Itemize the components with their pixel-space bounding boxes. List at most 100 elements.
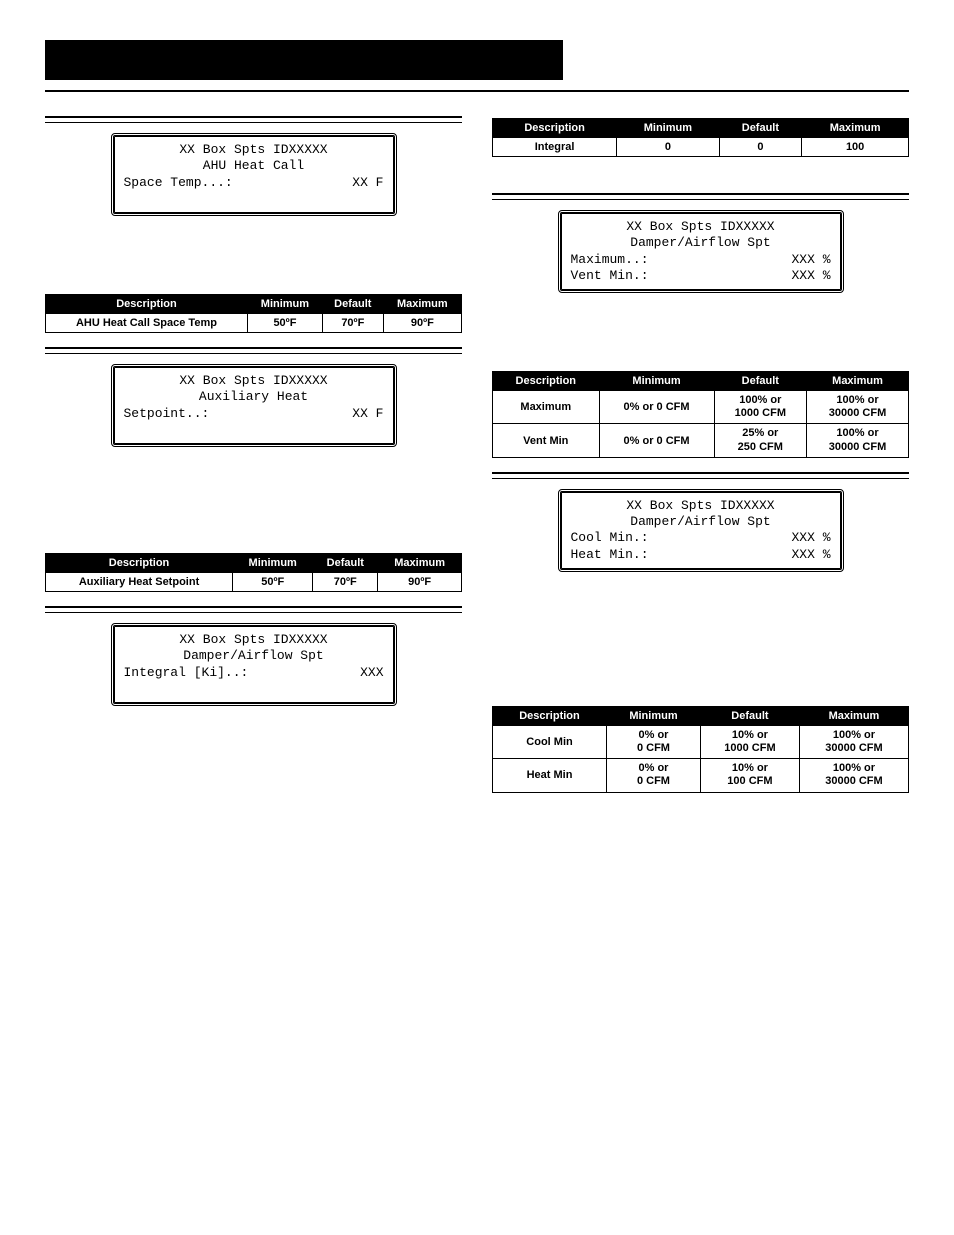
- two-column-layout: XX Box Spts IDXXXXX AHU Heat Call Space …: [45, 112, 909, 807]
- col-header: Maximum: [799, 706, 908, 725]
- cell-desc: Integral: [493, 138, 617, 157]
- lcd-blank-line: [124, 681, 384, 697]
- section-rule: [492, 478, 909, 479]
- cell-min: 0% or 0 CFM: [599, 424, 714, 457]
- lcd-line: AHU Heat Call: [124, 158, 384, 174]
- section-rule: [45, 606, 462, 608]
- lcd-damper-integral: XX Box Spts IDXXXXX Damper/Airflow Spt I…: [111, 623, 397, 706]
- lcd-label: Setpoint..:: [124, 406, 210, 422]
- lcd-aux-heat: XX Box Spts IDXXXXX Auxiliary Heat Setpo…: [111, 364, 397, 447]
- cell-min: 0: [617, 138, 719, 157]
- lcd-line: XX Box Spts IDXXXXX: [124, 142, 384, 158]
- col-header: Maximum: [802, 119, 909, 138]
- col-header: Default: [322, 295, 383, 314]
- col-header: Minimum: [233, 554, 313, 573]
- lcd-line: Setpoint..: XX F: [124, 406, 384, 422]
- table-max-vent: Description Minimum Default Maximum Maxi…: [492, 371, 909, 458]
- cell-desc: Heat Min: [493, 759, 607, 792]
- lcd-line: Space Temp...: XX F: [124, 175, 384, 191]
- table-row: Maximum 0% or 0 CFM 100% or1000 CFM 100%…: [493, 391, 909, 424]
- lcd-line: Maximum..: XXX %: [571, 252, 831, 268]
- table-row: Heat Min 0% or0 CFM 10% or100 CFM 100% o…: [493, 759, 909, 792]
- lcd-damper-max-vent: XX Box Spts IDXXXXX Damper/Airflow Spt M…: [558, 210, 844, 293]
- lcd-line: XX Box Spts IDXXXXX: [571, 498, 831, 514]
- lcd-line: Damper/Airflow Spt: [571, 235, 831, 251]
- cell-max: 100: [802, 138, 909, 157]
- lcd-value: XX F: [352, 175, 383, 191]
- left-column: XX Box Spts IDXXXXX AHU Heat Call Space …: [45, 112, 462, 807]
- section-rule: [45, 353, 462, 354]
- right-column: Description Minimum Default Maximum Inte…: [492, 112, 909, 807]
- cell-min: 0% or 0 CFM: [599, 391, 714, 424]
- lcd-line: Cool Min.: XXX %: [571, 530, 831, 546]
- col-header: Description: [493, 119, 617, 138]
- lcd-blank-line: [124, 191, 384, 207]
- cell-desc: Maximum: [493, 391, 600, 424]
- cell-def: 25% or250 CFM: [714, 424, 807, 457]
- lcd-label: Vent Min.:: [571, 268, 649, 284]
- lcd-line: Auxiliary Heat: [124, 389, 384, 405]
- table-row: Cool Min 0% or0 CFM 10% or1000 CFM 100% …: [493, 725, 909, 758]
- lcd-label: Space Temp...:: [124, 175, 233, 191]
- cell-min: 50ºF: [247, 314, 322, 333]
- col-header: Default: [700, 706, 799, 725]
- col-header: Minimum: [617, 119, 719, 138]
- cell-max: 90ºF: [383, 314, 461, 333]
- lcd-value: XXX %: [791, 252, 830, 268]
- col-header: Description: [46, 554, 233, 573]
- lcd-value: XXX: [360, 665, 383, 681]
- section-rule: [492, 199, 909, 200]
- cell-def: 10% or1000 CFM: [700, 725, 799, 758]
- lcd-value: XXX %: [791, 530, 830, 546]
- table-integral: Description Minimum Default Maximum Inte…: [492, 118, 909, 157]
- lcd-line: XX Box Spts IDXXXXX: [124, 373, 384, 389]
- section-rule: [45, 116, 462, 118]
- section-rule: [45, 122, 462, 123]
- col-header: Maximum: [807, 372, 909, 391]
- col-header: Maximum: [378, 554, 462, 573]
- col-header: Default: [719, 119, 802, 138]
- col-header: Default: [714, 372, 807, 391]
- cell-min: 50ºF: [233, 573, 313, 592]
- cell-def: 70ºF: [322, 314, 383, 333]
- lcd-line: Heat Min.: XXX %: [571, 547, 831, 563]
- cell-min: 0% or0 CFM: [607, 759, 701, 792]
- section-rule: [45, 612, 462, 613]
- cell-def: 0: [719, 138, 802, 157]
- cell-desc: AHU Heat Call Space Temp: [46, 314, 248, 333]
- col-header: Description: [493, 706, 607, 725]
- cell-max: 100% or30000 CFM: [807, 391, 909, 424]
- lcd-line: XX Box Spts IDXXXXX: [124, 632, 384, 648]
- table-row: Auxiliary Heat Setpoint 50ºF 70ºF 90ºF: [46, 573, 462, 592]
- lcd-damper-cool-heat: XX Box Spts IDXXXXX Damper/Airflow Spt C…: [558, 489, 844, 572]
- lcd-line: Damper/Airflow Spt: [571, 514, 831, 530]
- cell-def: 10% or100 CFM: [700, 759, 799, 792]
- cell-def: 70ºF: [313, 573, 378, 592]
- col-header: Minimum: [607, 706, 701, 725]
- lcd-label: Integral [Ki]..:: [124, 665, 249, 681]
- col-header: Description: [493, 372, 600, 391]
- cell-max: 90ºF: [378, 573, 462, 592]
- cell-def: 100% or1000 CFM: [714, 391, 807, 424]
- lcd-label: Heat Min.:: [571, 547, 649, 563]
- cell-max: 100% or30000 CFM: [807, 424, 909, 457]
- table-cool-heat: Description Minimum Default Maximum Cool…: [492, 706, 909, 793]
- lcd-value: XXX %: [791, 268, 830, 284]
- col-header: Default: [313, 554, 378, 573]
- cell-desc: Auxiliary Heat Setpoint: [46, 573, 233, 592]
- section-rule: [492, 193, 909, 195]
- table-row: Vent Min 0% or 0 CFM 25% or250 CFM 100% …: [493, 424, 909, 457]
- col-header: Minimum: [599, 372, 714, 391]
- col-header: Description: [46, 295, 248, 314]
- table-aux-heat: Description Minimum Default Maximum Auxi…: [45, 553, 462, 592]
- cell-min: 0% or0 CFM: [607, 725, 701, 758]
- page-header-bar: [45, 40, 563, 80]
- lcd-line: Vent Min.: XXX %: [571, 268, 831, 284]
- lcd-label: Cool Min.:: [571, 530, 649, 546]
- lcd-line: Integral [Ki]..: XXX: [124, 665, 384, 681]
- col-header: Maximum: [383, 295, 461, 314]
- lcd-blank-line: [124, 422, 384, 438]
- lcd-value: XX F: [352, 406, 383, 422]
- page-top-rule: [45, 90, 909, 92]
- cell-max: 100% or30000 CFM: [799, 759, 908, 792]
